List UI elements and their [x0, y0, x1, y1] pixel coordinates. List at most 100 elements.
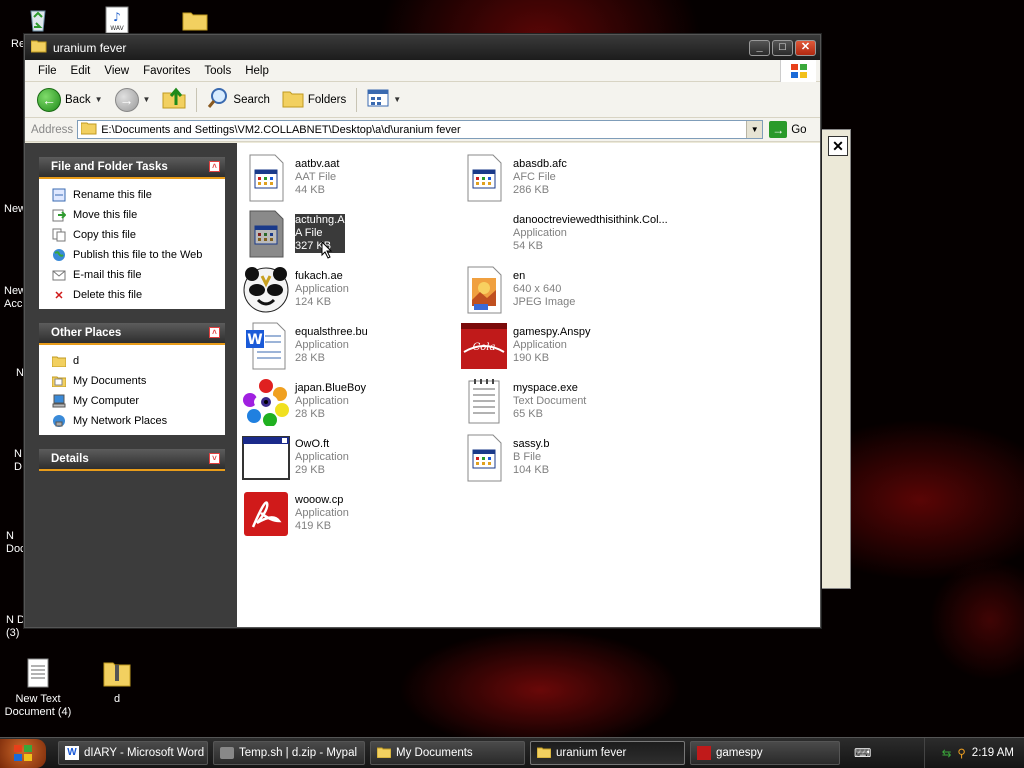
- expand-icon[interactable]: ˅: [209, 453, 220, 464]
- keyboard-icon[interactable]: ⌨: [854, 746, 871, 760]
- file-type: 640 x 640: [513, 283, 562, 295]
- maximize-button[interactable]: □: [772, 39, 793, 56]
- file-item[interactable]: W equalsthree.bu Application 28 KB: [241, 321, 451, 373]
- file-item[interactable]: Cola gamespy.Anspy Application 190 KB: [459, 321, 669, 373]
- menu-file[interactable]: File: [31, 65, 64, 77]
- start-button[interactable]: [0, 738, 46, 768]
- task-label: Move this file: [73, 209, 138, 221]
- close-button[interactable]: ✕: [795, 39, 816, 56]
- task-copy[interactable]: Copy this file: [51, 225, 225, 245]
- chevron-down-icon[interactable]: ▼: [95, 95, 103, 104]
- taskbar-item-mypal[interactable]: Temp.sh | d.zip - Mypal: [213, 741, 365, 765]
- background-window[interactable]: ✕: [821, 129, 851, 589]
- go-button[interactable]: → Go: [769, 121, 807, 138]
- mypal-icon: [220, 747, 234, 759]
- chevron-down-icon[interactable]: ▼: [746, 121, 763, 138]
- windows-logo-icon: [780, 60, 816, 82]
- desktop-label-cut-3: N: [16, 367, 24, 379]
- file-name: en: [513, 270, 526, 282]
- close-icon[interactable]: ✕: [828, 136, 848, 156]
- file-type: AAT File: [295, 171, 337, 183]
- taskbar-item-gamespy[interactable]: gamespy: [690, 741, 840, 765]
- file-size: 327 KB: [295, 240, 345, 253]
- file-item[interactable]: OwO.ft Application 29 KB: [241, 433, 451, 485]
- file-item[interactable]: sassy.b B File 104 KB: [459, 433, 669, 485]
- menu-favorites[interactable]: Favorites: [136, 65, 197, 77]
- task-email[interactable]: E-mail this file: [51, 265, 225, 285]
- menu-help[interactable]: Help: [238, 65, 276, 77]
- task-label: E-mail this file: [73, 269, 142, 281]
- file-item[interactable]: wooow.cp Application 419 KB: [241, 489, 451, 541]
- panel-header[interactable]: Details ˅: [39, 449, 225, 471]
- file-name: gamespy.Anspy: [513, 326, 591, 338]
- menu-edit[interactable]: Edit: [64, 65, 98, 77]
- recycle-bin-icon: [22, 2, 54, 34]
- desktop-icon-recycle-bin[interactable]: [3, 2, 73, 38]
- panel-header[interactable]: Other Places ˄: [39, 323, 225, 345]
- search-icon[interactable]: ⚲: [957, 746, 965, 760]
- place-label: My Documents: [73, 375, 147, 387]
- file-item-selected[interactable]: actuhng.A A File 327 KB: [241, 209, 451, 261]
- my-computer-icon: [51, 393, 67, 409]
- place-my-network[interactable]: My Network Places: [51, 411, 225, 431]
- views-button[interactable]: ▼: [361, 85, 407, 115]
- file-item[interactable]: danooctreviewedthisithink.Col... Applica…: [459, 209, 669, 261]
- place-d[interactable]: d: [51, 351, 225, 371]
- menu-tools[interactable]: Tools: [197, 65, 238, 77]
- file-folder-tasks-panel: File and Folder Tasks ˄ Rename this file…: [39, 157, 225, 309]
- blank-icon: [459, 209, 509, 259]
- task-delete[interactable]: ✕ Delete this file: [51, 285, 225, 305]
- address-input[interactable]: E:\Documents and Settings\VM2.COLLABNET\…: [77, 120, 764, 139]
- minimize-button[interactable]: _: [749, 39, 770, 56]
- task-label: Copy this file: [73, 229, 136, 241]
- file-name: wooow.cp: [295, 494, 344, 506]
- file-item[interactable]: aatbv.aat AAT File 44 KB: [241, 153, 451, 205]
- folders-button[interactable]: Folders: [276, 85, 352, 115]
- forward-button[interactable]: → ▼: [109, 85, 157, 115]
- file-item[interactable]: japan.BlueBoy Application 28 KB: [241, 377, 451, 429]
- file-name: fukach.ae: [295, 270, 343, 282]
- file-item[interactable]: fukach.ae Application 124 KB: [241, 265, 451, 317]
- chevron-down-icon[interactable]: ▼: [143, 95, 151, 104]
- other-places-panel: Other Places ˄ d My Documents My Compute…: [39, 323, 225, 435]
- back-button[interactable]: ← Back ▼: [31, 85, 109, 115]
- folder-icon: [51, 353, 67, 369]
- search-button[interactable]: Search: [201, 85, 275, 115]
- desktop-icon-d-zip[interactable]: d: [82, 657, 152, 706]
- go-label: Go: [791, 123, 807, 136]
- cola-can-icon: Cola: [459, 321, 509, 371]
- file-name: sassy.b: [513, 438, 550, 450]
- search-icon: [207, 87, 229, 112]
- taskbar-item-word[interactable]: W dIARY - Microsoft Word: [58, 741, 208, 765]
- explorer-window[interactable]: uranium fever _ □ ✕ File Edit View Favor…: [24, 34, 821, 628]
- file-item[interactable]: abasdb.afc AFC File 286 KB: [459, 153, 669, 205]
- taskbar-item-my-documents[interactable]: My Documents: [370, 741, 525, 765]
- place-my-documents[interactable]: My Documents: [51, 371, 225, 391]
- taskbar: W dIARY - Microsoft Word Temp.sh | d.zip…: [0, 737, 1024, 768]
- menu-view[interactable]: View: [97, 65, 136, 77]
- collapse-icon[interactable]: ˄: [209, 161, 220, 172]
- task-rename[interactable]: Rename this file: [51, 185, 225, 205]
- network-icon[interactable]: ⇆: [942, 746, 952, 760]
- title-bar[interactable]: uranium fever _ □ ✕: [25, 35, 820, 60]
- collapse-icon[interactable]: ˄: [209, 327, 220, 338]
- globe-icon: [51, 247, 67, 263]
- file-item[interactable]: myspace.exe Text Document 65 KB: [459, 377, 669, 429]
- place-my-computer[interactable]: My Computer: [51, 391, 225, 411]
- desktop-icon-new-text-document-4[interactable]: New Text Document (4): [3, 657, 73, 719]
- task-move[interactable]: Move this file: [51, 205, 225, 225]
- zip-folder-icon: [101, 657, 133, 689]
- file-name: OwO.ft: [295, 438, 330, 450]
- views-icon: [367, 89, 389, 110]
- up-folder-button[interactable]: [156, 85, 192, 115]
- forward-arrow-icon: →: [114, 87, 139, 112]
- folders-icon: [282, 88, 304, 111]
- task-publish[interactable]: Publish this file to the Web: [51, 245, 225, 265]
- taskbar-item-uranium-fever[interactable]: uranium fever: [530, 741, 685, 765]
- file-list[interactable]: aatbv.aat AAT File 44 KB abasdb.afc AFC …: [237, 143, 820, 627]
- clock[interactable]: 2:19 AM: [972, 747, 1014, 759]
- window-content: File and Folder Tasks ˄ Rename this file…: [25, 143, 820, 627]
- file-item[interactable]: en 640 x 640 JPEG Image: [459, 265, 669, 317]
- task-label: Delete this file: [73, 289, 143, 301]
- panel-header[interactable]: File and Folder Tasks ˄: [39, 157, 225, 179]
